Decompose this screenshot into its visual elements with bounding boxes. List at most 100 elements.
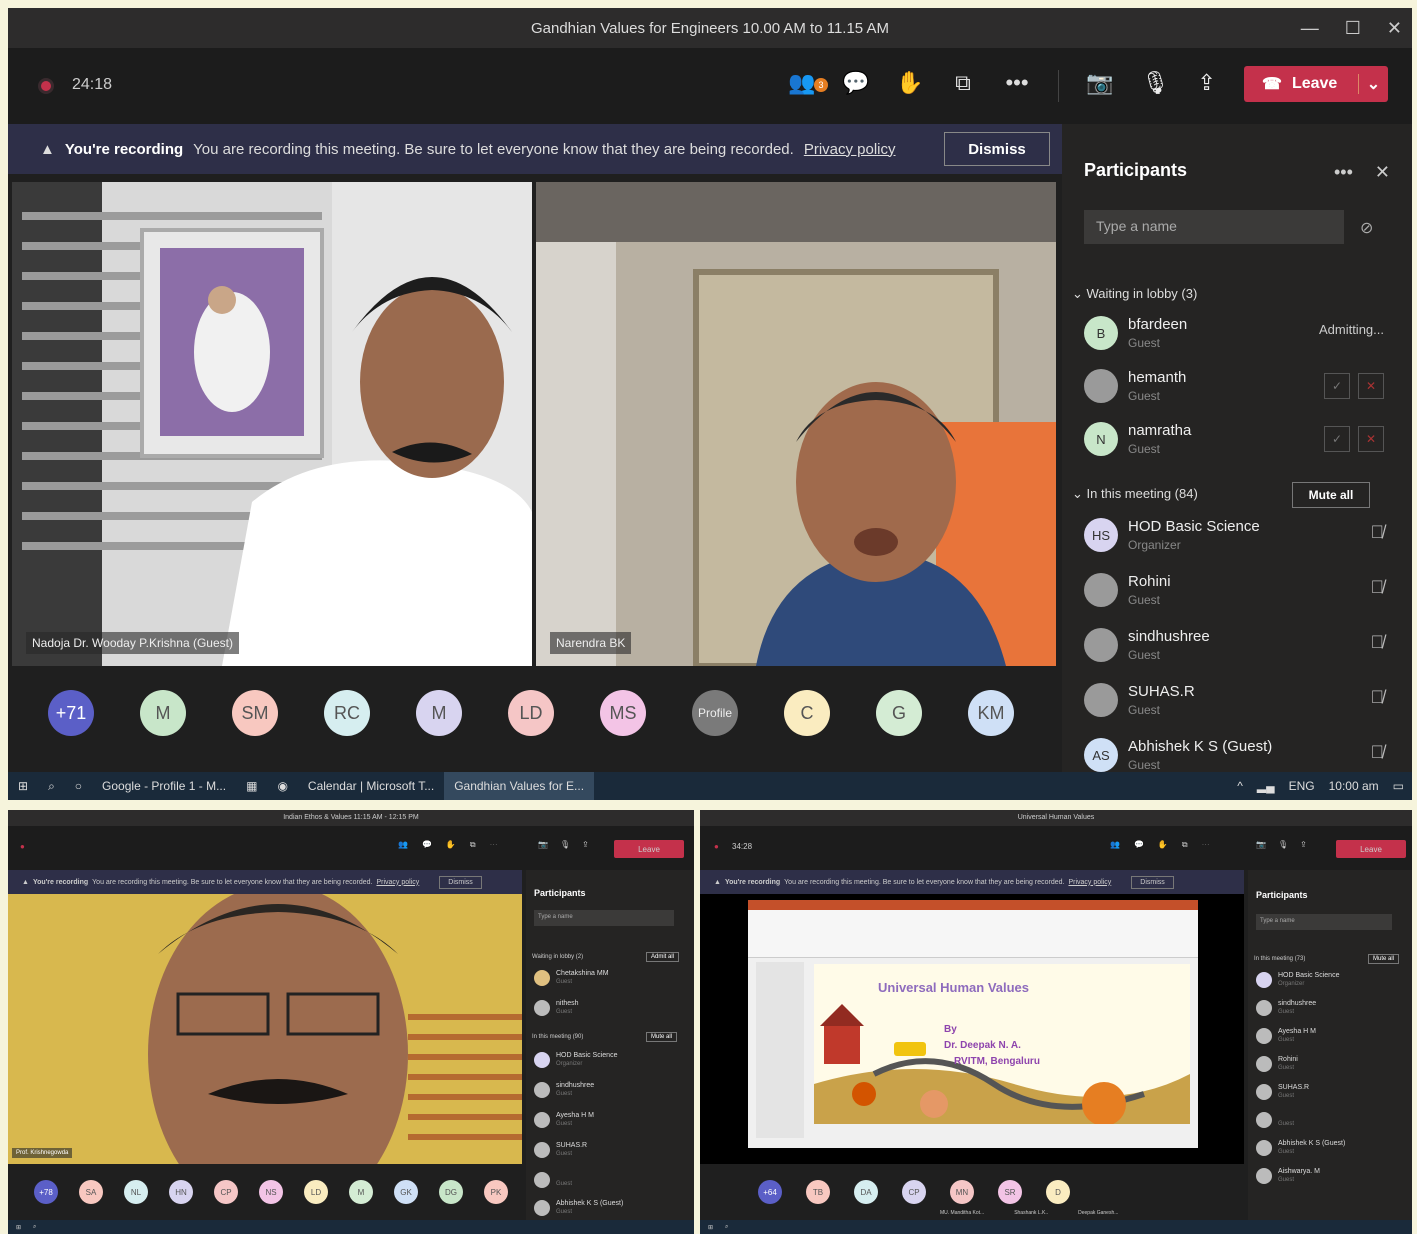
chevron-up-icon[interactable]: ^ bbox=[1237, 779, 1243, 793]
participant-row[interactable]: Rohini Guest 🎙̸ bbox=[1084, 569, 1384, 615]
video-tile[interactable]: Prof. Krishnegowda bbox=[8, 894, 522, 1164]
participant-avatar[interactable]: CP bbox=[902, 1180, 926, 1204]
mute-all-button[interactable]: Mute all bbox=[1368, 954, 1400, 964]
share-screen-icon[interactable]: ⇪ bbox=[1197, 70, 1215, 96]
lobby-header[interactable]: Waiting in lobby (2) bbox=[532, 954, 583, 960]
lobby-row[interactable]: N namratha Guest ✓ ✕ bbox=[1084, 418, 1384, 464]
dismiss-button[interactable]: Dismiss bbox=[944, 132, 1050, 166]
admit-icon[interactable]: ✓ bbox=[1324, 373, 1350, 399]
participant-avatar[interactable]: KM bbox=[968, 690, 1014, 736]
close-panel-icon[interactable]: ✕ bbox=[1375, 162, 1390, 183]
participant-row[interactable]: Ayesha H M Guest bbox=[1256, 1026, 1386, 1048]
admit-icon[interactable]: ✓ bbox=[1324, 426, 1350, 452]
deny-icon[interactable]: ✕ bbox=[1358, 426, 1384, 452]
meeting-header[interactable]: In this meeting (73) bbox=[1254, 956, 1305, 962]
participant-avatar[interactable]: MN bbox=[950, 1180, 974, 1204]
notifications-icon[interactable]: ▭ bbox=[1393, 779, 1404, 793]
participant-avatar[interactable]: +71 bbox=[48, 690, 94, 736]
av-controls-icons[interactable]: 📷🎙⇪ bbox=[1256, 840, 1319, 849]
participant-row[interactable]: Aishwarya. M Guest bbox=[1256, 1166, 1386, 1188]
participant-avatar[interactable]: Profile bbox=[692, 690, 738, 736]
video-tile-1[interactable]: Nadoja Dr. Wooday P.Krishna (Guest) bbox=[12, 182, 532, 666]
app-icon[interactable]: ◉ bbox=[267, 772, 297, 800]
participant-row[interactable]: Ayesha H M Guest bbox=[534, 1110, 664, 1132]
language-indicator[interactable]: ENG bbox=[1289, 779, 1315, 793]
camera-off-icon[interactable]: 📷 bbox=[1086, 70, 1113, 96]
network-icon[interactable]: ▂▄ bbox=[1257, 779, 1275, 793]
taskbar-item-calendar[interactable]: Calendar | Microsoft T... bbox=[298, 772, 444, 800]
dismiss-button[interactable]: Dismiss bbox=[1131, 875, 1174, 889]
close-button[interactable]: ✕ bbox=[1387, 18, 1402, 39]
privacy-policy-link[interactable]: Privacy policy bbox=[1068, 879, 1111, 886]
privacy-policy-link[interactable]: Privacy policy bbox=[804, 141, 896, 158]
participant-row[interactable]: SUHAS.R Guest bbox=[534, 1140, 664, 1162]
participant-row[interactable]: sindhushree Guest 🎙̸ bbox=[1084, 624, 1384, 670]
search-input[interactable]: Type a name bbox=[1256, 914, 1392, 930]
excel-icon[interactable]: ▦ bbox=[236, 772, 267, 800]
participant-row[interactable]: HOD Basic Science Organizer bbox=[534, 1050, 664, 1072]
participant-row[interactable]: HOD Basic Science Organizer bbox=[1256, 970, 1386, 992]
leave-button[interactable]: Leave bbox=[614, 840, 684, 858]
lobby-section-header[interactable]: ⌄ Waiting in lobby (3) bbox=[1072, 286, 1197, 302]
participant-avatar[interactable]: C bbox=[784, 690, 830, 736]
search-icon[interactable]: ⌕ bbox=[38, 772, 65, 800]
raise-hand-icon[interactable]: ✋ bbox=[896, 70, 923, 96]
participant-avatar[interactable]: SR bbox=[998, 1180, 1022, 1204]
participant-row[interactable]: sindhushree Guest bbox=[534, 1080, 664, 1102]
admit-all-button[interactable]: Admit all bbox=[646, 952, 680, 962]
participant-avatar[interactable]: PK bbox=[484, 1180, 508, 1204]
lobby-row[interactable]: Chetakshina MM Guest bbox=[534, 968, 664, 990]
taskbar-item-chrome[interactable]: Google - Profile 1 - M... bbox=[92, 772, 236, 800]
participants-toggle-icon[interactable]: 👥 bbox=[788, 70, 815, 96]
participant-row[interactable]: Guest bbox=[1256, 1110, 1386, 1132]
participant-row[interactable]: sindhushree Guest bbox=[1256, 998, 1386, 1020]
participant-row[interactable]: Abhishek K S (Guest) Guest bbox=[1256, 1138, 1386, 1160]
search-icon[interactable]: ⌕ bbox=[725, 1224, 728, 1231]
video-tile-2[interactable]: Narendra BK bbox=[536, 182, 1056, 666]
participant-avatar[interactable]: NS bbox=[259, 1180, 283, 1204]
lobby-row[interactable]: B bfardeen Guest Admitting... bbox=[1084, 312, 1384, 358]
participant-avatar[interactable]: M bbox=[416, 690, 462, 736]
deny-icon[interactable]: ✕ bbox=[1358, 373, 1384, 399]
participant-avatar[interactable]: MS bbox=[600, 690, 646, 736]
participant-row[interactable]: HS HOD Basic Science Organizer 🎙̸ bbox=[1084, 514, 1384, 560]
participant-avatar[interactable]: DA bbox=[854, 1180, 878, 1204]
mute-all-button[interactable]: Mute all bbox=[646, 1032, 678, 1042]
cortana-icon[interactable]: ○ bbox=[65, 772, 92, 800]
participant-avatar[interactable]: SA bbox=[79, 1180, 103, 1204]
participant-avatar[interactable]: DG bbox=[439, 1180, 463, 1204]
participant-avatar[interactable]: NL bbox=[124, 1180, 148, 1204]
meeting-section-header[interactable]: ⌄ In this meeting (84) bbox=[1072, 486, 1198, 502]
chevron-down-icon[interactable]: ⌄ bbox=[1358, 74, 1388, 94]
privacy-policy-link[interactable]: Privacy policy bbox=[376, 879, 419, 886]
participant-avatar[interactable]: +64 bbox=[758, 1180, 782, 1204]
search-icon[interactable]: ⌕ bbox=[33, 1224, 36, 1231]
participant-avatar[interactable]: RC bbox=[324, 690, 370, 736]
search-input[interactable]: Type a name bbox=[534, 910, 674, 926]
dismiss-button[interactable]: Dismiss bbox=[439, 875, 482, 889]
participant-avatar[interactable]: G bbox=[876, 690, 922, 736]
leave-button[interactable]: Leave bbox=[1336, 840, 1406, 858]
lobby-row[interactable]: nithesh Guest bbox=[534, 998, 664, 1020]
lobby-row[interactable]: hemanth Guest ✓ ✕ bbox=[1084, 365, 1384, 411]
participant-row[interactable]: SUHAS.R Guest 🎙̸ bbox=[1084, 679, 1384, 725]
toolbar-icons[interactable]: 👥💬✋⧉⋯ bbox=[398, 840, 512, 850]
participant-avatar[interactable]: GK bbox=[394, 1180, 418, 1204]
rooms-icon[interactable]: ⧉ bbox=[950, 70, 976, 96]
participant-row[interactable]: Guest bbox=[534, 1170, 664, 1192]
participant-row[interactable]: Abhishek K S (Guest) Guest bbox=[534, 1198, 664, 1220]
participant-avatar[interactable]: TB bbox=[806, 1180, 830, 1204]
leave-button[interactable]: ☎ Leave ⌄ bbox=[1244, 66, 1388, 102]
participant-row[interactable]: SUHAS.R Guest bbox=[1256, 1082, 1386, 1104]
participant-avatar[interactable]: D bbox=[1046, 1180, 1070, 1204]
av-controls-icons[interactable]: 📷🎙⇪ bbox=[538, 840, 601, 849]
participant-avatar[interactable]: LD bbox=[304, 1180, 328, 1204]
participant-avatar[interactable]: HN bbox=[169, 1180, 193, 1204]
participant-avatar[interactable]: LD bbox=[508, 690, 554, 736]
search-input[interactable]: Type a name bbox=[1084, 210, 1344, 244]
mic-off-icon[interactable]: 🎙 bbox=[1141, 70, 1169, 96]
mute-all-button[interactable]: Mute all bbox=[1292, 482, 1370, 508]
start-icon[interactable]: ⊞ bbox=[8, 772, 38, 800]
share-invite-icon[interactable]: ⊘ bbox=[1360, 218, 1373, 238]
meeting-header[interactable]: In this meeting (90) bbox=[532, 1034, 583, 1040]
